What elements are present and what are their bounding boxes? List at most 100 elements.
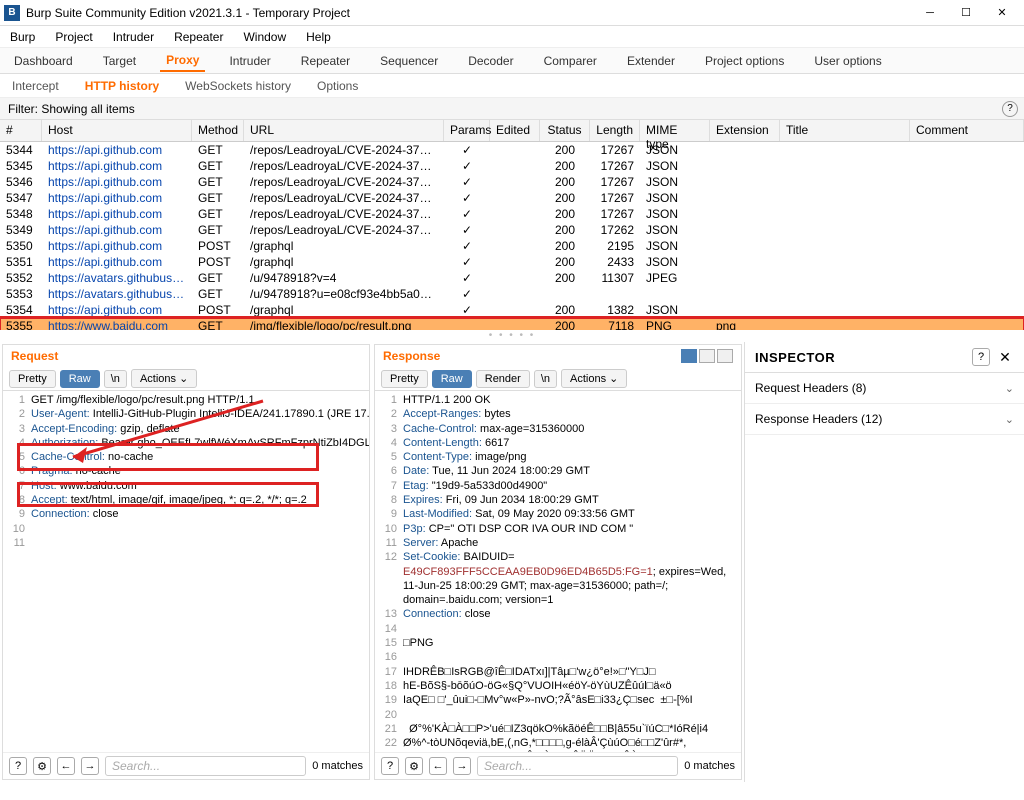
col-length[interactable]: Length (590, 120, 640, 141)
maximize-button[interactable]: ☐ (948, 1, 984, 25)
tab-proxy[interactable]: Proxy (160, 50, 205, 72)
table-row[interactable]: 5348https://api.github.comGET/repos/Lead… (0, 206, 1024, 222)
window-controls: ─ ☐ ✕ (912, 1, 1020, 25)
col-extension[interactable]: Extension (710, 120, 780, 141)
table-header: # Host Method URL Params Edited Status L… (0, 120, 1024, 142)
response-render-tab[interactable]: Render (476, 370, 530, 388)
request-match-count: 0 matches (312, 760, 363, 772)
response-pretty-tab[interactable]: Pretty (381, 370, 428, 388)
table-row[interactable]: 5345https://api.github.comGET/repos/Lead… (0, 158, 1024, 174)
help-icon[interactable]: ? (9, 757, 27, 775)
proxy-subtabs: Intercept HTTP history WebSockets histor… (0, 74, 1024, 98)
table-row[interactable]: 5352https://avatars.githubusercon...GET/… (0, 270, 1024, 286)
subtab-options[interactable]: Options (313, 77, 362, 95)
menu-help[interactable]: Help (304, 28, 333, 46)
col-mime[interactable]: MIME type (640, 120, 710, 141)
request-footer: ? ⚙ ← → Search... 0 matches (3, 752, 369, 779)
col-title[interactable]: Title (780, 120, 910, 141)
filter-text: Filter: Showing all items (8, 102, 135, 116)
request-search-input[interactable]: Search... (105, 756, 306, 776)
panel-divider[interactable]: • • • • • (0, 330, 1024, 342)
tab-repeater[interactable]: Repeater (295, 51, 356, 71)
request-newline-toggle[interactable]: \n (104, 370, 127, 388)
table-row[interactable]: 5344https://api.github.comGET/repos/Lead… (0, 142, 1024, 158)
subtab-http-history[interactable]: HTTP history (81, 77, 163, 95)
tab-dashboard[interactable]: Dashboard (8, 51, 79, 71)
menu-window[interactable]: Window (241, 28, 288, 46)
request-body[interactable]: 1GET /img/flexible/logo/pc/result.png HT… (3, 391, 369, 752)
response-raw-tab[interactable]: Raw (432, 370, 472, 388)
request-raw-tab[interactable]: Raw (60, 370, 100, 388)
prev-match-icon[interactable]: ← (57, 757, 75, 775)
titlebar: B Burp Suite Community Edition v2021.3.1… (0, 0, 1024, 26)
layout-toggle (681, 349, 733, 363)
filter-bar[interactable]: Filter: Showing all items ? (0, 98, 1024, 120)
next-match-icon[interactable]: → (81, 757, 99, 775)
tab-target[interactable]: Target (97, 51, 142, 71)
subtab-websockets[interactable]: WebSockets history (181, 77, 295, 95)
response-view-tabs: Pretty Raw Render \n Actions ⌄ (375, 367, 741, 391)
response-title: Response (383, 349, 440, 363)
col-host[interactable]: Host (42, 120, 192, 141)
inspector-response-headers[interactable]: Response Headers (12) ⌄ (745, 404, 1024, 435)
http-history-table: # Host Method URL Params Edited Status L… (0, 120, 1024, 330)
subtab-intercept[interactable]: Intercept (8, 77, 63, 95)
col-params[interactable]: Params (444, 120, 490, 141)
tab-comparer[interactable]: Comparer (538, 51, 603, 71)
help-icon[interactable]: ? (381, 757, 399, 775)
table-row[interactable]: 5347https://api.github.comGET/repos/Lead… (0, 190, 1024, 206)
app-logo-icon: B (4, 5, 20, 21)
menu-intruder[interactable]: Intruder (111, 28, 156, 46)
inspector-title: INSPECTOR (755, 350, 835, 365)
next-match-icon[interactable]: → (453, 757, 471, 775)
main-tabs: Dashboard Target Proxy Intruder Repeater… (0, 48, 1024, 74)
layout-combined[interactable] (717, 349, 733, 363)
table-row[interactable]: 5355https://www.baidu.comGET/img/flexibl… (0, 318, 1024, 330)
layout-vertical[interactable] (699, 349, 715, 363)
layout-horizontal[interactable] (681, 349, 697, 363)
table-row[interactable]: 5349https://api.github.comGET/repos/Lead… (0, 222, 1024, 238)
tab-intruder[interactable]: Intruder (223, 51, 276, 71)
table-row[interactable]: 5346https://api.github.comGET/repos/Lead… (0, 174, 1024, 190)
inspector-request-headers[interactable]: Request Headers (8) ⌄ (745, 373, 1024, 404)
tab-decoder[interactable]: Decoder (462, 51, 519, 71)
col-method[interactable]: Method (192, 120, 244, 141)
inspector-close-icon[interactable]: ✕ (996, 348, 1014, 366)
request-view-tabs: Pretty Raw \n Actions ⌄ (3, 367, 369, 391)
menubar: Burp Project Intruder Repeater Window He… (0, 26, 1024, 48)
chevron-down-icon: ⌄ (1005, 382, 1014, 395)
col-comment[interactable]: Comment (910, 120, 1024, 141)
chevron-down-icon: ⌄ (1005, 413, 1014, 426)
col-url[interactable]: URL (244, 120, 444, 141)
request-actions-menu[interactable]: Actions ⌄ (131, 369, 197, 388)
inspector-panel: INSPECTOR ? ✕ Request Headers (8) ⌄ Resp… (744, 342, 1024, 782)
table-row[interactable]: 5350https://api.github.comPOST/graphql✓2… (0, 238, 1024, 254)
prev-match-icon[interactable]: ← (429, 757, 447, 775)
response-actions-menu[interactable]: Actions ⌄ (561, 369, 627, 388)
response-search-input[interactable]: Search... (477, 756, 678, 776)
table-row[interactable]: 5351https://api.github.comPOST/graphql✓2… (0, 254, 1024, 270)
table-row[interactable]: 5353https://avatars.githubusercon...GET/… (0, 286, 1024, 302)
tab-project-options[interactable]: Project options (699, 51, 790, 71)
tab-extender[interactable]: Extender (621, 51, 681, 71)
col-number[interactable]: # (0, 120, 42, 141)
menu-repeater[interactable]: Repeater (172, 28, 225, 46)
col-edited[interactable]: Edited (490, 120, 540, 141)
col-status[interactable]: Status (540, 120, 590, 141)
inspector-help-icon[interactable]: ? (972, 348, 990, 366)
close-button[interactable]: ✕ (984, 1, 1020, 25)
response-match-count: 0 matches (684, 760, 735, 772)
table-row[interactable]: 5354https://api.github.comPOST/graphql✓2… (0, 302, 1024, 318)
tab-user-options[interactable]: User options (808, 51, 887, 71)
filter-help-icon[interactable]: ? (1002, 101, 1018, 117)
tab-sequencer[interactable]: Sequencer (374, 51, 444, 71)
menu-project[interactable]: Project (53, 28, 94, 46)
response-newline-toggle[interactable]: \n (534, 370, 557, 388)
request-pretty-tab[interactable]: Pretty (9, 370, 56, 388)
request-title: Request (11, 349, 58, 363)
response-body[interactable]: 1HTTP/1.1 200 OK2Accept-Ranges: bytes3Ca… (375, 391, 741, 752)
settings-icon[interactable]: ⚙ (33, 757, 51, 775)
minimize-button[interactable]: ─ (912, 1, 948, 25)
settings-icon[interactable]: ⚙ (405, 757, 423, 775)
menu-burp[interactable]: Burp (8, 28, 37, 46)
